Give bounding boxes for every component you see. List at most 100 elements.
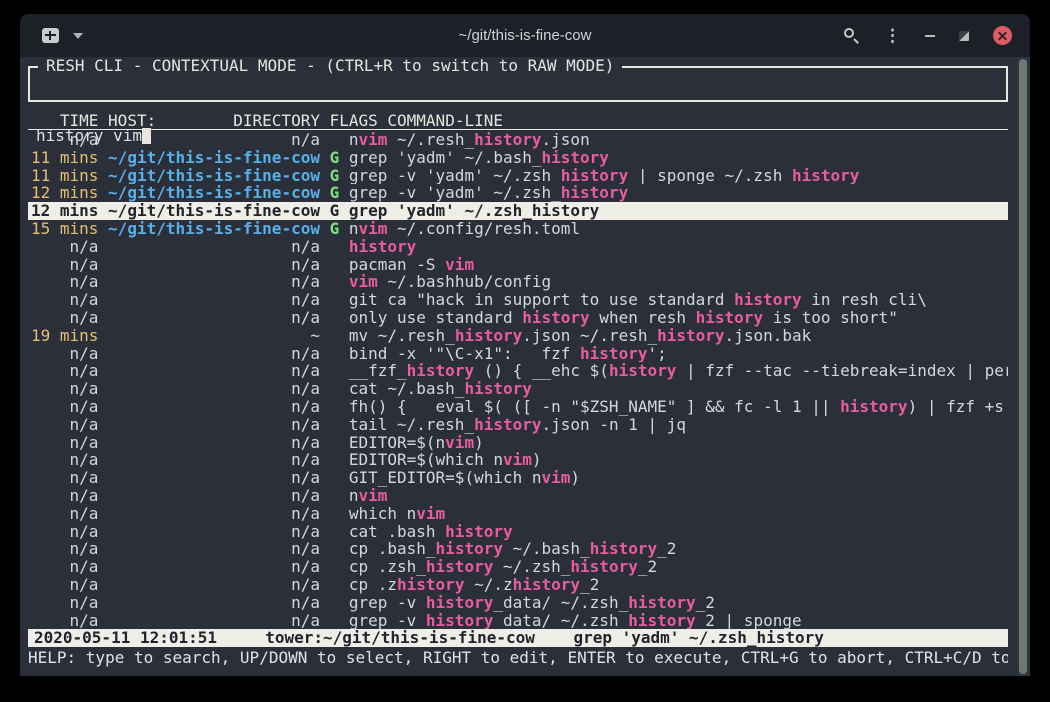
row-time: 12 mins bbox=[31, 184, 98, 202]
row-directory: n/a bbox=[108, 558, 320, 576]
search-query-text: history vim bbox=[36, 126, 142, 145]
row-directory: n/a bbox=[108, 540, 320, 558]
kebab-menu-icon[interactable]: ⋮ bbox=[884, 28, 901, 44]
match-highlight: vim bbox=[503, 451, 532, 469]
list-item[interactable]: n/a n/a which nvim bbox=[28, 505, 1008, 523]
row-flags: G bbox=[330, 220, 340, 238]
list-item[interactable]: n/a n/a cp .zsh_history ~/.zsh_history_2 bbox=[28, 558, 1008, 576]
match-highlight: history bbox=[532, 202, 599, 220]
scrollbar-thumb[interactable] bbox=[1019, 59, 1027, 674]
list-item[interactable]: n/an/aonly use standard history when res… bbox=[28, 309, 1008, 327]
row-directory: n/a bbox=[108, 238, 320, 256]
minimize-icon[interactable] bbox=[925, 35, 935, 37]
resh-search-box[interactable]: RESH CLI - CONTEXTUAL MODE - (CTRL+R to … bbox=[28, 66, 1008, 102]
row-time: n/a bbox=[31, 469, 98, 487]
list-item[interactable]: 12 mins~/git/this-is-fine-cowGgrep -v 'y… bbox=[28, 184, 1008, 202]
row-time: n/a bbox=[31, 345, 98, 363]
row-command: __fzf_history () { __ehc $(history | fzf… bbox=[349, 362, 1008, 380]
list-item[interactable]: 15 mins~/git/this-is-fine-cowGnvim ~/.co… bbox=[28, 220, 1008, 238]
row-directory: ~/git/this-is-fine-cow bbox=[108, 202, 320, 220]
row-command: grep -v history_data/ ~/.zsh_history_2 bbox=[349, 594, 715, 612]
match-highlight: history bbox=[455, 327, 522, 345]
row-directory: n/a bbox=[108, 345, 320, 363]
row-directory: ~/git/this-is-fine-cow bbox=[108, 220, 320, 238]
list-item[interactable]: n/an/aEDITOR=$(nvim) bbox=[28, 434, 1008, 452]
list-item[interactable]: n/an/ahistory bbox=[28, 238, 1008, 256]
titlebar[interactable]: ~/git/this-is-fine-cow ⋮ bbox=[20, 14, 1030, 57]
row-directory: n/a bbox=[108, 291, 320, 309]
list-item[interactable]: n/an/afh() { eval $( ([ -n "$ZSH_NAME" ]… bbox=[28, 398, 1008, 416]
match-highlight: vim bbox=[358, 220, 387, 238]
row-directory: n/a bbox=[108, 469, 320, 487]
list-item[interactable]: n/an/apacman -S vim bbox=[28, 256, 1008, 274]
list-item[interactable]: 19 mins~mv ~/.resh_history.json ~/.resh_… bbox=[28, 327, 1008, 345]
restore-icon[interactable] bbox=[959, 31, 969, 41]
list-item[interactable]: n/a n/a bind -x '"\C-x1": __fzf_history'; bbox=[28, 345, 1008, 363]
help-bar: HELP: type to search, UP/DOWN to select,… bbox=[28, 649, 1008, 667]
row-command: fh() { eval $( ([ -n "$ZSH_NAME" ] && fc… bbox=[349, 398, 1008, 416]
row-directory: n/a bbox=[108, 505, 320, 523]
match-highlight: vim bbox=[445, 434, 474, 452]
list-item[interactable]: n/an/aEDITOR=$(which nvim) bbox=[28, 451, 1008, 469]
row-directory: n/a bbox=[108, 451, 320, 469]
list-item[interactable]: n/a n/a grep -v history_data/ ~/.zsh_histo… bbox=[28, 594, 1008, 612]
row-time: n/a bbox=[31, 362, 98, 380]
list-item[interactable]: n/a n/a __fzf_history () { __ehc $(history… bbox=[28, 362, 1008, 380]
row-time: n/a bbox=[31, 594, 98, 612]
list-item[interactable]: n/an/agit ca "hack in support to use sta… bbox=[28, 291, 1008, 309]
list-item[interactable]: n/an/aGIT_EDITOR=$(which nvim) bbox=[28, 469, 1008, 487]
row-time: n/a bbox=[31, 505, 98, 523]
close-icon[interactable] bbox=[993, 26, 1012, 45]
row-command: which nvim bbox=[349, 505, 445, 523]
match-highlight: vim bbox=[349, 273, 378, 291]
row-command: bind -x '"\C-x1": __fzf_history'; bbox=[349, 345, 667, 363]
match-highlight: history bbox=[561, 184, 628, 202]
row-time: n/a bbox=[31, 558, 98, 576]
row-directory: n/a bbox=[108, 380, 320, 398]
row-command: cp .zsh_history ~/.zsh_history_2 bbox=[349, 558, 657, 576]
row-flags: G bbox=[330, 202, 340, 220]
match-highlight: history bbox=[657, 327, 724, 345]
row-time: n/a bbox=[31, 291, 98, 309]
list-item[interactable]: n/an/atail ~/.resh_history.json -n 1 | j… bbox=[28, 416, 1008, 434]
match-highlight: history bbox=[426, 594, 493, 612]
row-command: cat .bash_history bbox=[349, 523, 513, 541]
row-command: mv ~/.resh_history.json ~/.resh_history.… bbox=[349, 327, 811, 345]
list-item[interactable]: n/an/acp .zhistory ~/.zhistory_2 bbox=[28, 576, 1008, 594]
row-time: 12 mins bbox=[31, 202, 98, 220]
match-highlight: history bbox=[513, 576, 580, 594]
row-directory: n/a bbox=[108, 416, 320, 434]
row-time: n/a bbox=[31, 523, 98, 541]
row-time: n/a bbox=[31, 398, 98, 416]
search-lens bbox=[844, 28, 854, 38]
search-input[interactable]: history vim bbox=[36, 127, 1000, 145]
status-datetime: 2020-05-11 12:01:51 bbox=[34, 629, 217, 647]
terminal-content[interactable]: RESH CLI - CONTEXTUAL MODE - (CTRL+R to … bbox=[20, 57, 1030, 676]
text-cursor bbox=[142, 128, 151, 144]
row-directory: n/a bbox=[108, 594, 320, 612]
list-item[interactable]: n/an/acp .bash_history ~/.bash_history_2 bbox=[28, 540, 1008, 558]
scrollbar-track[interactable] bbox=[1017, 57, 1030, 676]
row-time: n/a bbox=[31, 612, 98, 630]
match-highlight: history bbox=[570, 558, 637, 576]
match-highlight: vim bbox=[542, 469, 571, 487]
row-command: cat ~/.bash_history bbox=[349, 380, 532, 398]
row-time: n/a bbox=[31, 256, 98, 274]
row-command: pacman -S vim bbox=[349, 256, 474, 274]
row-time: n/a bbox=[31, 576, 98, 594]
row-command: tail ~/.resh_history.json -n 1 | jq bbox=[349, 416, 686, 434]
list-item-selected[interactable]: 12 mins~/git/this-is-fine-cowGgrep 'yadm… bbox=[28, 202, 1008, 220]
search-icon[interactable] bbox=[844, 28, 860, 44]
status-command: grep 'yadm' ~/.zsh_history bbox=[573, 629, 823, 647]
list-item[interactable]: n/an/acat ~/.bash_history bbox=[28, 380, 1008, 398]
match-highlight: history bbox=[407, 362, 474, 380]
row-time: n/a bbox=[31, 273, 98, 291]
row-directory: n/a bbox=[108, 362, 320, 380]
match-highlight: history bbox=[436, 540, 503, 558]
list-item[interactable]: n/an/agrep -v history_data/ ~/.zsh_histo… bbox=[28, 612, 1008, 630]
list-item[interactable]: n/an/avim ~/.bashhub/config bbox=[28, 273, 1008, 291]
row-command: vim ~/.bashhub/config bbox=[349, 273, 551, 291]
match-highlight: vim bbox=[445, 256, 474, 274]
list-item[interactable]: n/an/acat .bash_history bbox=[28, 523, 1008, 541]
list-item[interactable]: n/an/anvim bbox=[28, 487, 1008, 505]
